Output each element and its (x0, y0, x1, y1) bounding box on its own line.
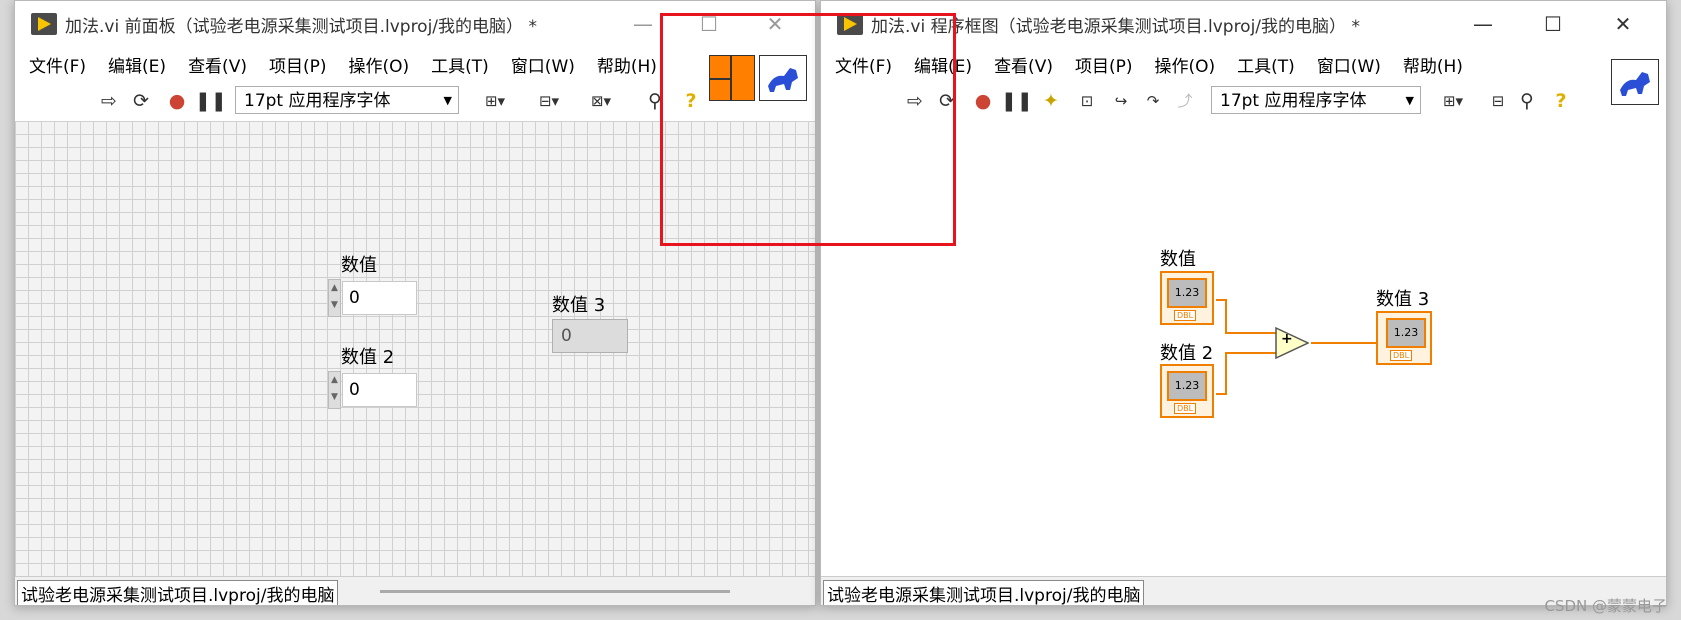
numeric-spinner-2[interactable]: ▲ ▼ (328, 371, 341, 409)
node-label-1: 数值 (1160, 249, 1196, 270)
numeric-control-1[interactable]: 0 (342, 281, 417, 315)
menu-view[interactable]: 查看(V) (188, 52, 247, 77)
font-select-value: 17pt 应用程序字体 (244, 91, 391, 111)
font-select[interactable]: 17pt 应用程序字体 ▼ (235, 86, 459, 114)
chevron-down-icon: ▼ (443, 94, 452, 107)
node-label-2: 数值 2 (1160, 343, 1214, 364)
terminal-indicator-3[interactable]: 1.23 DBL (1376, 311, 1432, 365)
horizontal-scrollbar[interactable] (380, 590, 730, 593)
control-label-1: 数值 (341, 255, 377, 276)
menu-edit[interactable]: 编辑(E) (108, 52, 166, 77)
align-objects-icon[interactable]: ⊞▾ (1433, 87, 1473, 115)
maximize-button[interactable]: ☐ (1523, 6, 1583, 42)
menu-help[interactable]: 帮助(H) (597, 52, 657, 77)
terminal-numeric-2-type: DBL (1174, 403, 1197, 414)
terminal-numeric-1-display: 1.23 (1167, 278, 1207, 308)
step-over-icon[interactable]: ↷ (1139, 87, 1167, 115)
control-label-2: 数值 2 (341, 347, 395, 368)
font-select[interactable]: 17pt 应用程序字体 ▼ (1211, 86, 1421, 114)
front-panel-title: 加法.vi 前面板（试验老电源采集测试项目.lvproj/我的电脑） * (65, 17, 537, 37)
menu-project[interactable]: 项目(P) (269, 52, 327, 77)
terminal-indicator-3-type: DBL (1390, 350, 1413, 361)
numeric-control-2[interactable]: 0 (342, 373, 417, 407)
node-label-3: 数值 3 (1376, 289, 1430, 310)
block-diagram-statusbar: 试验老电源采集测试项目.lvproj/我的电脑 (821, 576, 1666, 605)
retain-wire-values-icon[interactable]: ⊡ (1073, 87, 1101, 115)
highlight-execution-icon[interactable]: ✦ (1037, 87, 1065, 115)
numeric-spinner-1[interactable]: ▲ ▼ (328, 279, 341, 317)
menu-tools[interactable]: 工具(T) (431, 52, 489, 77)
wire-1 (1216, 299, 1276, 334)
step-into-icon[interactable]: ↪ (1107, 87, 1135, 115)
terminal-numeric-2-display: 1.23 (1167, 371, 1207, 401)
project-path: 试验老电源采集测试项目.lvproj/我的电脑 (17, 580, 339, 605)
numeric-indicator: 0 (552, 319, 628, 353)
chevron-down-icon: ▼ (1405, 94, 1414, 107)
close-button[interactable]: ✕ (1593, 6, 1653, 42)
pause-icon[interactable]: ❚❚ (1001, 87, 1033, 115)
terminal-indicator-3-display: 1.23 (1386, 318, 1426, 348)
help-icon[interactable]: ? (1549, 87, 1573, 115)
menu-window[interactable]: 窗口(W) (1317, 52, 1381, 77)
abort-icon[interactable]: ● (163, 87, 191, 115)
terminal-numeric-2[interactable]: 1.23 DBL (1160, 364, 1214, 418)
menu-project[interactable]: 项目(P) (1075, 52, 1133, 77)
menu-window[interactable]: 窗口(W) (511, 52, 575, 77)
distribute-objects-icon[interactable]: ⊟▾ (529, 87, 569, 115)
project-path: 试验老电源采集测试项目.lvproj/我的电脑 (823, 580, 1145, 605)
search-icon[interactable]: ⚲ (1513, 87, 1541, 115)
vi-icon[interactable] (1611, 59, 1659, 105)
run-arrow-icon[interactable]: ⇨ (95, 87, 123, 115)
highlight-annotation-box (660, 13, 956, 246)
terminal-numeric-1[interactable]: 1.23 DBL (1160, 271, 1214, 325)
menu-view[interactable]: 查看(V) (994, 52, 1053, 77)
watermark: CSDN @蒙蒙电子 (1544, 597, 1667, 615)
font-select-value: 17pt 应用程序字体 (1220, 91, 1367, 111)
menu-operate[interactable]: 操作(O) (349, 52, 410, 77)
resize-objects-icon[interactable]: ⊠▾ (581, 87, 621, 115)
menu-help[interactable]: 帮助(H) (1403, 52, 1463, 77)
align-objects-icon[interactable]: ⊞▾ (475, 87, 515, 115)
distribute-objects-icon[interactable]: ⊟ (1483, 87, 1513, 115)
abort-icon[interactable]: ● (969, 87, 997, 115)
labview-vi-icon (31, 13, 57, 35)
menu-tools[interactable]: 工具(T) (1237, 52, 1295, 77)
add-symbol: + (1281, 331, 1293, 347)
menu-operate[interactable]: 操作(O) (1155, 52, 1216, 77)
step-out-icon[interactable]: ⤴ (1171, 87, 1199, 115)
indicator-label: 数值 3 (552, 295, 606, 316)
menu-file[interactable]: 文件(F) (29, 52, 86, 77)
pause-icon[interactable]: ❚❚ (195, 87, 227, 115)
run-continuously-icon[interactable]: ⟳ (127, 87, 155, 115)
minimize-button[interactable]: — (1453, 6, 1513, 42)
wire-2 (1216, 352, 1276, 395)
terminal-numeric-1-type: DBL (1174, 310, 1197, 321)
front-panel-statusbar: 试验老电源采集测试项目.lvproj/我的电脑 (15, 576, 815, 605)
